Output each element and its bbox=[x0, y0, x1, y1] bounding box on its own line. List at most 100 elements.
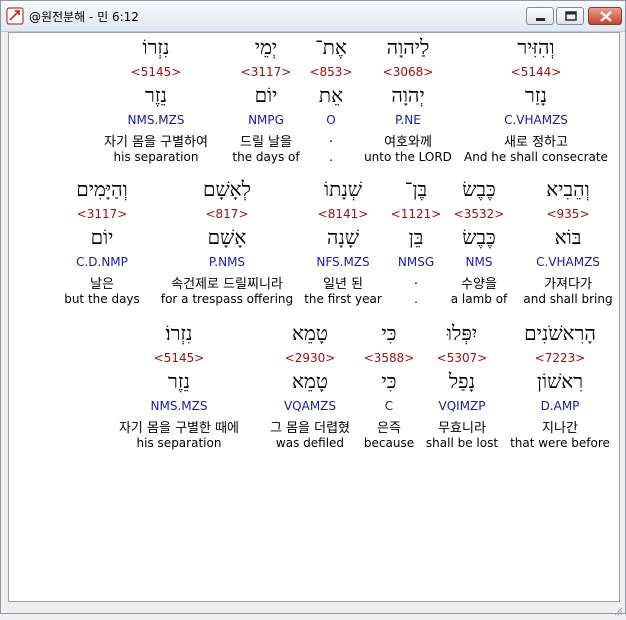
korean-gloss: 드릴 날을 bbox=[240, 135, 292, 150]
korean-gloss: 새로 정하고 bbox=[504, 135, 568, 150]
morphology-code: P.NE bbox=[395, 113, 421, 127]
minimize-icon bbox=[536, 18, 545, 21]
korean-gloss: 속건제로 드릴찌니라 bbox=[171, 277, 283, 292]
analysis-panel: וְהִזִּיר <5144> נָזַר C.VHAMZS 새로 정하고 And he… bbox=[8, 32, 620, 602]
strong-number: <2930> bbox=[284, 351, 336, 365]
english-gloss: was defiled bbox=[275, 436, 345, 450]
hebrew-word: כִּי bbox=[381, 321, 397, 345]
hebrew-word: טָמֵא bbox=[292, 321, 328, 345]
korean-gloss: 무효니라 bbox=[438, 421, 486, 436]
korean-gloss: 그 몸을 더렵혔 bbox=[269, 421, 351, 436]
word-cell[interactable]: אֶת־ <853> אֵת O.. bbox=[305, 33, 357, 167]
word-cell[interactable]: וְהַיָּמִים <3117> יוֹם C.D.NMP 날은 but the da… bbox=[59, 175, 145, 309]
lexical-root: בֵּן bbox=[408, 225, 424, 249]
app-window: @원전분해 - 민 6:12 וְהִזִּיר <5144> נָזַר C.VHA… bbox=[0, 0, 626, 616]
hebrew-word: הָרִאשֹׁנִים bbox=[524, 321, 596, 345]
english-gloss: but the days bbox=[64, 292, 140, 306]
hebrew-word: נִזְרוֹ׃ bbox=[165, 321, 193, 345]
maximize-icon bbox=[565, 11, 577, 21]
strong-number: <5307> bbox=[436, 351, 488, 365]
english-gloss: . bbox=[414, 292, 418, 306]
word-cell[interactable]: נִזְרוֹ׃ <5145> נֵזֶר NMS.MZS 자기 몸을 구별한 때에 hi… bbox=[110, 319, 248, 453]
english-gloss: . bbox=[329, 150, 333, 164]
hebrew-word: יִפְּלוּ bbox=[446, 321, 478, 345]
hebrew-word: בֶּן־ bbox=[404, 177, 428, 201]
lexical-root: אֵת bbox=[318, 83, 344, 107]
morphology-code: C bbox=[384, 399, 394, 413]
close-button[interactable] bbox=[588, 7, 622, 25]
word-cell[interactable]: לְאָשָׁם <817> אָשָׁם P.NMS 속건제로 드릴찌니라 for a … bbox=[156, 175, 298, 309]
morphology-code: C.VHAMZS bbox=[504, 113, 568, 127]
word-cell[interactable]: בֶּן־ <1121> בֵּן NMSG.. bbox=[390, 175, 442, 309]
morphology-code: NFS.MZS bbox=[316, 255, 370, 269]
korean-gloss: 여호와께 bbox=[384, 135, 432, 150]
strong-number: <935> bbox=[546, 207, 590, 221]
korean-gloss: 날은 bbox=[90, 277, 114, 292]
english-gloss: And he shall consecrate bbox=[464, 150, 608, 164]
korean-gloss: 가져다가 bbox=[544, 277, 592, 292]
lexical-root: שָׁנָה bbox=[326, 225, 360, 249]
english-gloss: the days of bbox=[232, 150, 300, 164]
word-cell[interactable]: נִזְרוֹ <5145> נֵזֶר NMS.MZS 자기 몸을 구별하여 his s… bbox=[88, 33, 224, 167]
lexical-root: רִאשׁוֹן bbox=[536, 369, 584, 393]
english-gloss: his separation bbox=[113, 150, 199, 164]
morphology-code: C.VHAMZS bbox=[536, 255, 600, 269]
morphology-code: C.D.NMP bbox=[76, 255, 128, 269]
hebrew-word: נִזְרוֹ bbox=[142, 35, 170, 59]
hebrew-word: שְׁנָתוֹ bbox=[324, 177, 362, 201]
word-cell[interactable]: יִפְּלוּ <5307> נָפַל VQIMZP 무효니라 shall be lo… bbox=[422, 319, 502, 453]
word-cell[interactable]: טָמֵא <2930> טָמֵא VQAMZS 그 몸을 더렵혔 was defile… bbox=[262, 319, 358, 453]
maximize-button[interactable] bbox=[556, 7, 584, 25]
morphology-code: NMS bbox=[465, 255, 493, 269]
resize-grip-icon[interactable] bbox=[613, 601, 623, 616]
hebrew-word: וְהִזִּיר bbox=[517, 35, 555, 59]
korean-gloss: . bbox=[413, 273, 419, 288]
korean-gloss: 일년 된 bbox=[322, 277, 363, 292]
word-cell[interactable]: כֶּבֶשׂ <3532> כֶּבֶשׂ NMS 수양을 a lamb of bbox=[448, 175, 510, 309]
strong-number: <853> bbox=[309, 65, 353, 79]
hebrew-word: לְאָשָׁם bbox=[203, 177, 251, 201]
korean-gloss: . bbox=[328, 131, 334, 146]
word-cell[interactable]: שְׁנָתוֹ <8141> שָׁנָה NFS.MZS 일년 된 the first… bbox=[299, 175, 387, 309]
app-icon[interactable] bbox=[6, 7, 24, 25]
lexical-root: נֵזֶר bbox=[168, 369, 190, 393]
lexical-root: בּוֹא bbox=[554, 225, 582, 249]
lexical-root: נָפַל bbox=[448, 369, 476, 393]
korean-gloss: 지나간 bbox=[542, 421, 578, 436]
window-title: @원전분해 - 민 6:12 bbox=[29, 10, 139, 24]
title-bar[interactable]: @원전분해 - 민 6:12 bbox=[1, 1, 625, 32]
english-gloss: and shall bring bbox=[523, 292, 613, 306]
lexical-root: יוֹם bbox=[90, 225, 114, 249]
hebrew-word: יְמֵי bbox=[254, 35, 278, 59]
word-cell[interactable]: הָרִאשֹׁנִים <7223> רִאשׁוֹן D.AMP 지나간 that w… bbox=[504, 319, 616, 453]
word-cell[interactable]: וְהִזִּיר <5144> נָזַר C.VHAMZS 새로 정하고 And he… bbox=[459, 33, 613, 167]
strong-number: <5145> bbox=[153, 351, 205, 365]
lexical-root: נֵזֶר bbox=[145, 83, 167, 107]
word-cell[interactable]: יְמֵי <3117> יוֹם NMPG 드릴 날을 the days of bbox=[227, 33, 305, 167]
morphology-code: NMS.MZS bbox=[127, 113, 185, 127]
lexical-root: יוֹם bbox=[254, 83, 278, 107]
strong-number: <3068> bbox=[382, 65, 434, 79]
korean-gloss: 은즉 bbox=[377, 421, 401, 436]
hebrew-word: וְהַיָּמִים bbox=[76, 177, 128, 201]
strong-number: <3117> bbox=[240, 65, 292, 79]
word-cell[interactable]: לַיהוָה <3068> יְהוָה P.NE 여호와께 unto the LORD bbox=[360, 33, 456, 167]
english-gloss: his separation bbox=[136, 436, 222, 450]
strong-number: <1121> bbox=[390, 207, 442, 221]
strong-number: <3588> bbox=[363, 351, 415, 365]
lexical-root: אָשָׁם bbox=[207, 225, 247, 249]
minimize-button[interactable] bbox=[526, 7, 554, 25]
morphology-code: VQAMZS bbox=[283, 399, 337, 413]
korean-gloss: 자기 몸을 구별한 때에 bbox=[118, 421, 240, 436]
korean-gloss: 수양을 bbox=[461, 277, 497, 292]
morphology-code: VQIMZP bbox=[438, 399, 486, 413]
word-cell[interactable]: כִּי <3588> כִּי C 은즉 because bbox=[363, 319, 415, 453]
lexical-root: כֶּבֶשׂ bbox=[462, 225, 496, 249]
word-cell[interactable]: וְהֵבִיא <935> בּוֹא C.VHAMZS 가져다가 and shall … bbox=[516, 175, 620, 309]
english-gloss: because bbox=[363, 436, 415, 450]
hebrew-word: וְהֵבִיא bbox=[546, 177, 590, 201]
korean-gloss: 자기 몸을 구별하여 bbox=[104, 135, 208, 150]
strong-number: <817> bbox=[205, 207, 249, 221]
morphology-code: NMS.MZS bbox=[150, 399, 208, 413]
hebrew-word: אֶת־ bbox=[315, 35, 347, 59]
